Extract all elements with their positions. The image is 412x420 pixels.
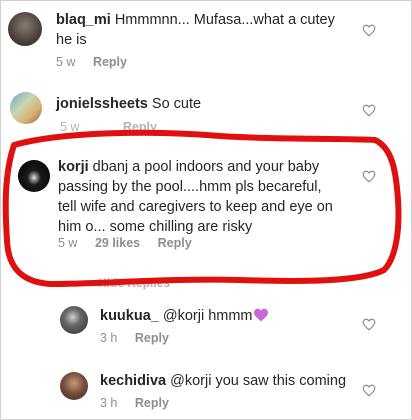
reply-button[interactable]: Reply <box>123 120 157 134</box>
likes-count[interactable]: 29 likes <box>95 236 140 250</box>
comment-time: 5 w <box>58 236 78 250</box>
comment-body: @korji you saw this coming <box>170 373 347 389</box>
comment-body-line: tell wife and caregivers to keep and eye… <box>58 199 333 215</box>
comment-meta: 5 w 29 likes Reply <box>58 236 206 250</box>
comment-time: 3 h <box>100 396 118 410</box>
comment-time: 5 w <box>56 55 76 69</box>
reply-button[interactable]: Reply <box>135 331 169 345</box>
avatar[interactable] <box>60 372 88 400</box>
comment-username[interactable]: korji <box>58 159 89 175</box>
comment-body: So cute <box>151 96 202 112</box>
comment-text: blaq_mi Hmmmnn... Mufasa...what a cutey … <box>56 10 366 50</box>
comment-username[interactable]: jonielssheets <box>56 96 148 112</box>
comment-body-line: him o... some chilling are risky <box>58 219 253 235</box>
heart-outline-icon[interactable] <box>362 104 376 117</box>
comment-text: jonielssheets So cute <box>56 94 201 114</box>
comment-username[interactable]: kuukua_ <box>100 308 159 324</box>
comment-body-line: passing by the pool....hmm pls becareful… <box>58 179 322 195</box>
avatar[interactable] <box>10 92 42 124</box>
comment-meta: 3 h Reply <box>100 396 183 410</box>
comment-text: kuukua_ @korji hmmm <box>100 306 269 328</box>
comment-body: @korji hmmm <box>162 308 253 324</box>
heart-outline-icon[interactable] <box>362 318 376 331</box>
comment-time: 3 h <box>100 331 118 345</box>
comment-meta: 5 w Reply <box>60 120 171 134</box>
comment-username[interactable]: kechidiva <box>100 373 166 389</box>
purple-heart-emoji <box>253 308 269 328</box>
comment-body: dbanj a pool indoors and your baby <box>92 159 320 175</box>
heart-outline-icon[interactable] <box>362 24 376 37</box>
avatar[interactable] <box>8 12 42 46</box>
heart-outline-icon[interactable] <box>362 170 376 183</box>
avatar[interactable] <box>60 306 88 334</box>
comment-body-line: he is <box>56 32 87 48</box>
reply-button[interactable]: Reply <box>158 236 192 250</box>
reply-button[interactable]: Reply <box>93 55 127 69</box>
comment-time: 5 w <box>60 120 80 134</box>
comment-body: Hmmmnn... Mufasa...what a cutey <box>114 12 335 28</box>
hide-replies-button[interactable]: Hide Replies <box>98 276 170 290</box>
comment-username[interactable]: blaq_mi <box>56 12 111 28</box>
reply-button[interactable]: Reply <box>135 396 169 410</box>
comment-text: korji dbanj a pool indoors and your baby… <box>58 157 358 237</box>
comment-meta: 5 w Reply <box>56 55 141 69</box>
comment-meta: 3 h Reply <box>100 331 183 345</box>
heart-outline-icon[interactable] <box>362 384 376 397</box>
comment-text: kechidiva @korji you saw this coming <box>100 371 346 391</box>
avatar[interactable] <box>18 160 50 192</box>
